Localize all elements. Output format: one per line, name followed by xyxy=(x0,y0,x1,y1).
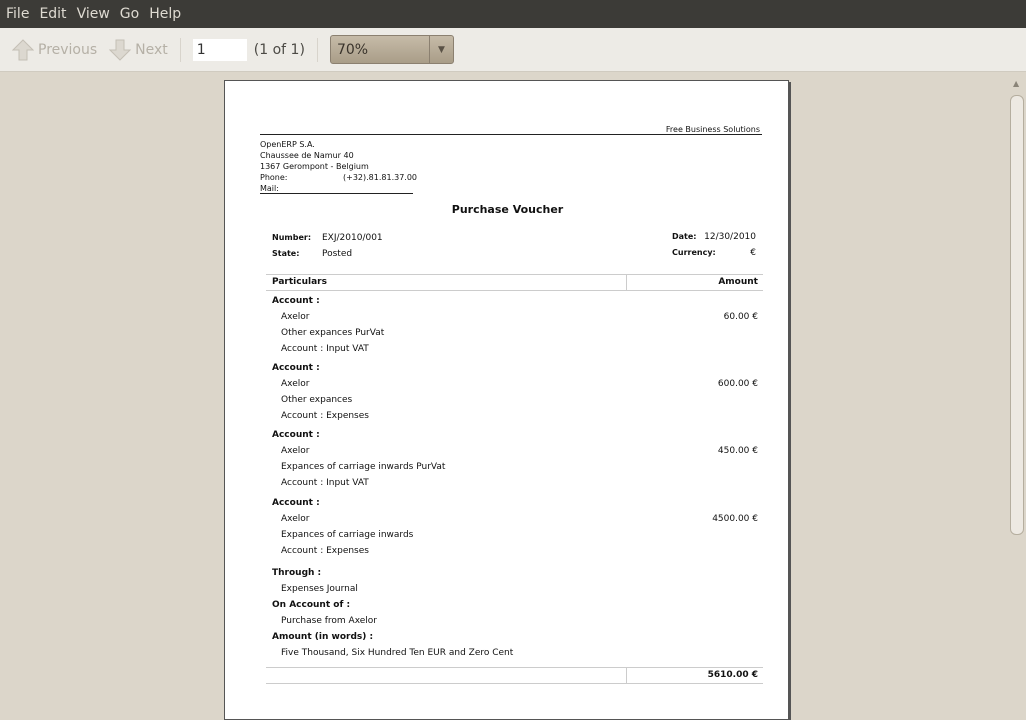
currency-label: Currency: xyxy=(672,248,716,257)
entry-label: Account : xyxy=(272,296,320,306)
phone: (+32).81.81.37.00 xyxy=(343,173,418,182)
entry-description: Expances of carriage inwards PurVat xyxy=(281,462,446,472)
document-title: Purchase Voucher xyxy=(451,203,564,216)
total-amount: 5610.00 € xyxy=(707,670,758,680)
separator xyxy=(179,37,181,62)
currency: € xyxy=(750,248,756,258)
entry-label: Account : xyxy=(272,363,320,373)
entry-partner: Axelor xyxy=(281,312,310,322)
phone-label: Phone: xyxy=(260,173,288,182)
col-amount: Amount xyxy=(718,277,758,287)
chevron-down-icon: ▼ xyxy=(428,36,453,63)
toolbar: Previous Next (1 of 1) 70% ▼ xyxy=(0,28,1026,72)
words-label: Amount (in words) : xyxy=(272,632,374,642)
date: 12/30/2010 xyxy=(704,232,756,242)
on-account-label: On Account of : xyxy=(272,600,351,610)
table-header: Particulars Amount xyxy=(272,277,758,287)
address-rule xyxy=(260,193,413,194)
entry-amount: 450.00 € xyxy=(717,446,758,456)
entry-description: Other expances xyxy=(281,395,353,405)
next-button[interactable]: Next xyxy=(109,39,168,61)
arrow-up-icon xyxy=(12,38,34,60)
menu-edit[interactable]: Edit xyxy=(39,6,66,22)
entry-account: Account : Input VAT xyxy=(281,344,369,354)
arrow-down-icon xyxy=(109,39,132,61)
menu-go[interactable]: Go xyxy=(120,6,139,22)
entry-amount: 60.00 € xyxy=(723,312,758,322)
company-city: 1367 Gerompont - Belgium xyxy=(260,162,369,171)
state-label: State: xyxy=(272,249,300,258)
separator xyxy=(316,37,318,62)
entry-description: Expances of carriage inwards xyxy=(281,530,414,540)
state: Posted xyxy=(322,249,353,259)
total-rule xyxy=(266,683,763,684)
entry-account: Account : Input VAT xyxy=(281,478,369,488)
scrollbar-thumb[interactable] xyxy=(1010,95,1024,535)
company-name: OpenERP S.A. xyxy=(260,140,315,149)
through-label: Through : xyxy=(272,568,322,578)
amount-in-words: Five Thousand, Six Hundred Ten EUR and Z… xyxy=(281,648,514,658)
previous-label: Previous xyxy=(38,41,98,58)
entry-description: Other expances PurVat xyxy=(281,328,385,338)
through-value: Expenses Journal xyxy=(281,584,358,594)
mail-label: Mail: xyxy=(260,184,279,193)
next-label: Next xyxy=(135,41,168,58)
date-label: Date: xyxy=(672,232,697,241)
entry-label: Account : xyxy=(272,498,320,508)
on-account-value: Purchase from Axelor xyxy=(281,616,377,626)
tagline: Free Business Solutions xyxy=(665,125,760,134)
header-rule xyxy=(260,134,762,135)
page-number-input[interactable] xyxy=(192,38,247,61)
table-rule xyxy=(266,290,763,291)
entry-partner: Axelor xyxy=(281,514,310,524)
menu-help[interactable]: Help xyxy=(149,6,181,22)
previous-button[interactable]: Previous xyxy=(12,38,98,61)
table-rule xyxy=(266,274,763,275)
vertical-scrollbar[interactable]: ▲ xyxy=(1008,73,1026,695)
scroll-up-icon[interactable]: ▲ xyxy=(1013,79,1019,88)
company-street: Chaussee de Namur 40 xyxy=(260,151,354,160)
page-count: (1 of 1) xyxy=(253,41,305,58)
document-page: Free Business Solutions OpenERP S.A. Cha… xyxy=(224,80,789,720)
col-particulars: Particulars xyxy=(272,277,327,287)
total-rule xyxy=(266,667,763,668)
entry-amount: 4500.00 € xyxy=(712,514,758,524)
entry-partner: Axelor xyxy=(281,379,310,389)
zoom-select[interactable]: 70% ▼ xyxy=(329,35,454,64)
entry-account: Account : Expenses xyxy=(281,411,369,421)
menu-bar: File Edit View Go Help xyxy=(0,0,1026,28)
number: EXJ/2010/001 xyxy=(322,233,383,243)
menu-file[interactable]: File xyxy=(6,6,29,22)
entry-amount: 600.00 € xyxy=(717,379,758,389)
number-label: Number: xyxy=(272,233,312,242)
entry-label: Account : xyxy=(272,430,320,440)
column-divider xyxy=(626,667,627,683)
entry-partner: Axelor xyxy=(281,446,310,456)
entry-account: Account : Expenses xyxy=(281,546,369,556)
menu-view[interactable]: View xyxy=(77,6,110,22)
zoom-value: 70% xyxy=(336,41,369,58)
